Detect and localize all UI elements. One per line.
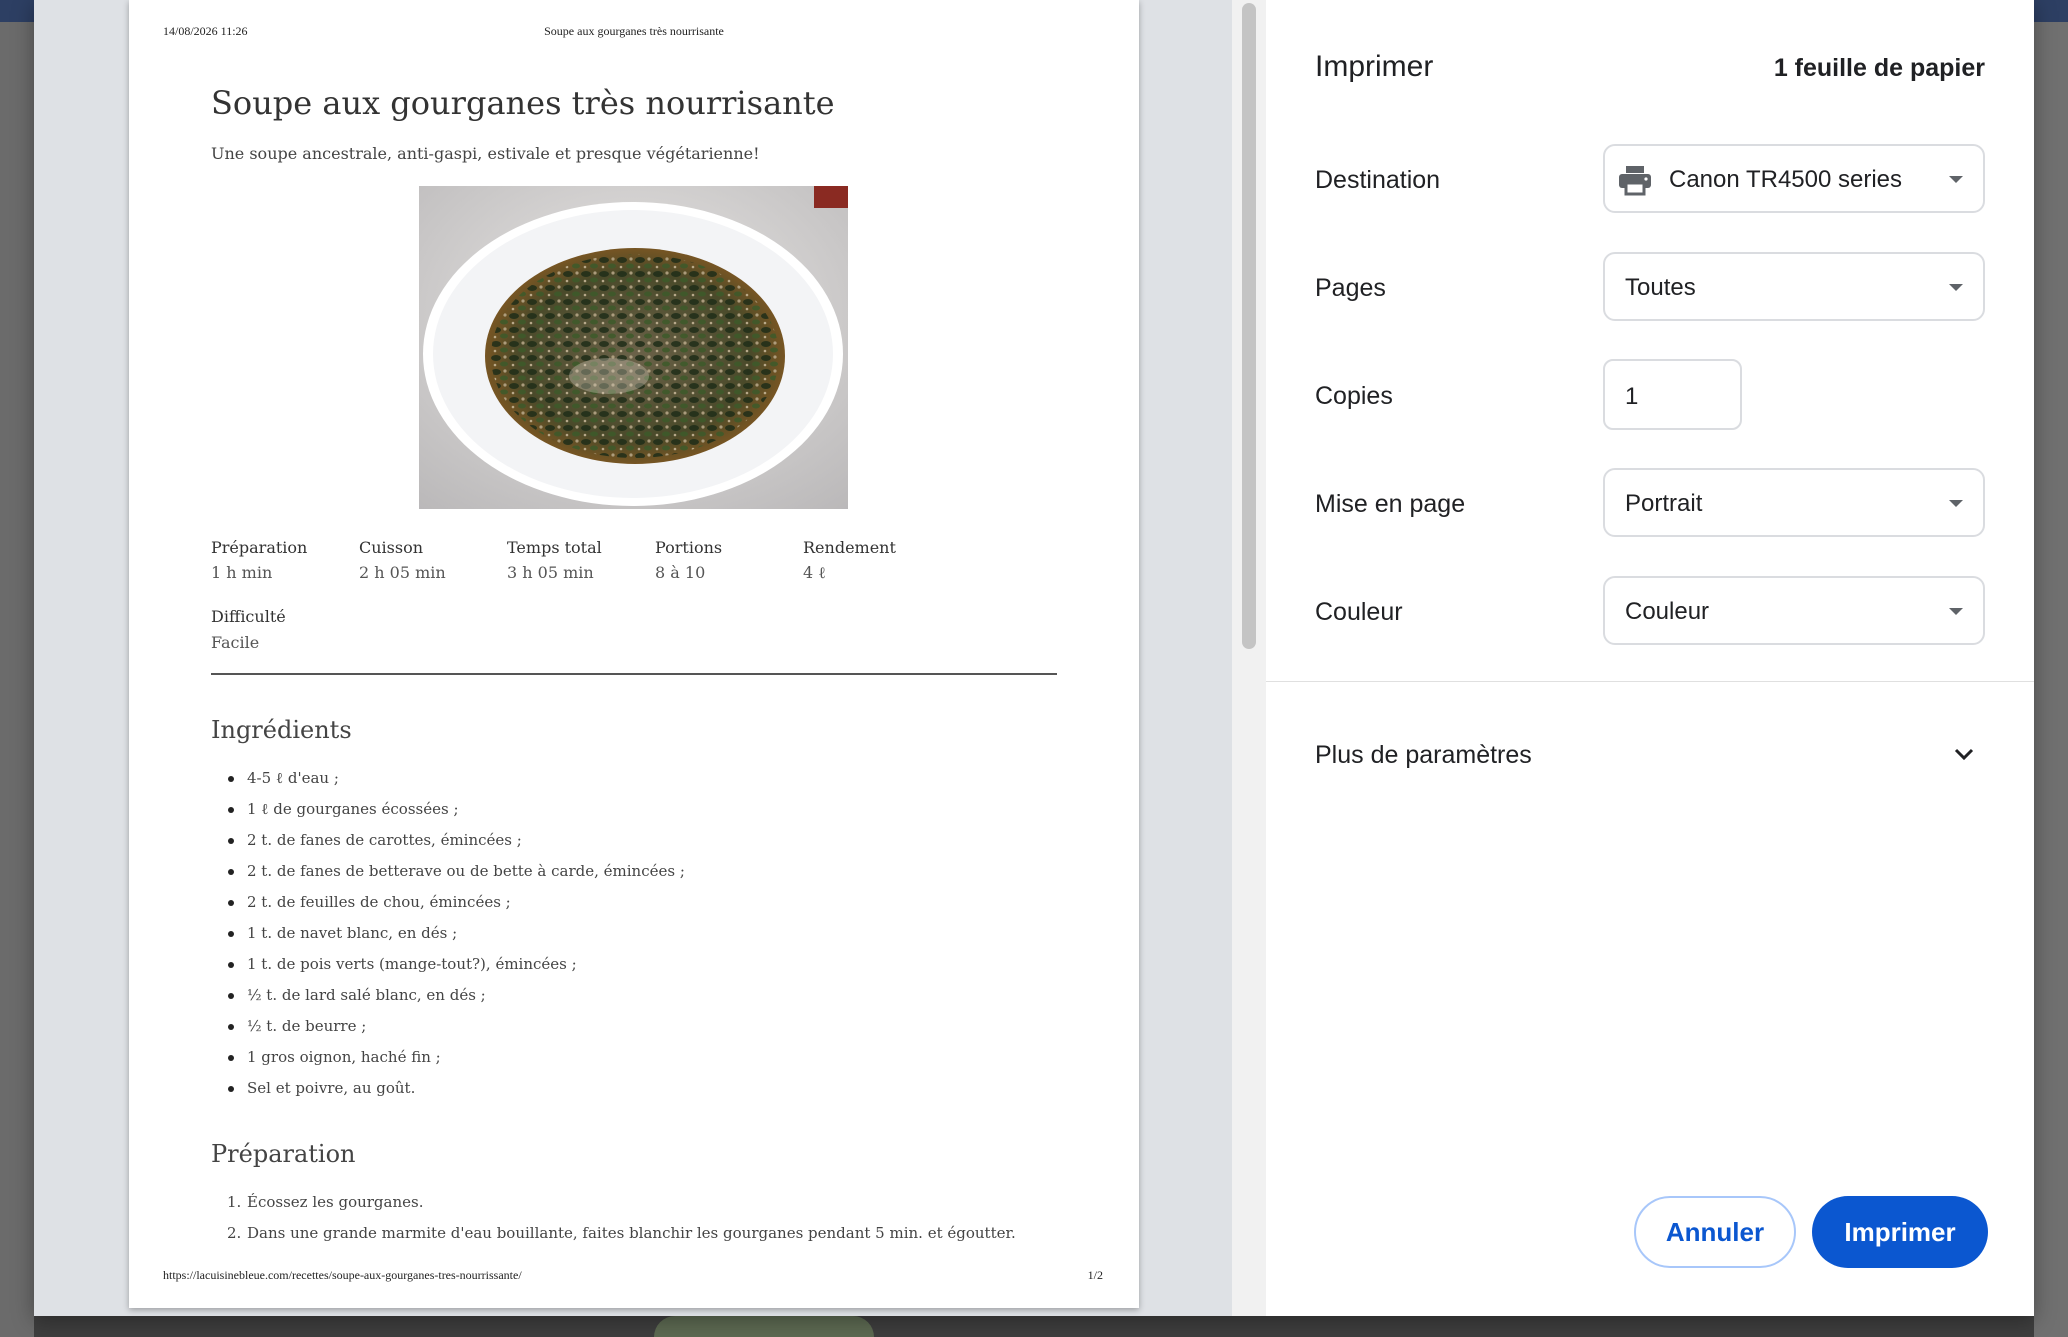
meta-value-rendement: 4 ℓ [803,563,826,582]
section-divider [211,673,1057,675]
settings-divider [1266,681,2034,682]
meta-value-temps-total: 3 h 05 min [507,563,594,582]
meta-value-portions: 8 à 10 [655,563,706,582]
recipe-photo [419,186,848,509]
preparation-heading: Préparation [211,1140,356,1168]
soup-photo-illustration [419,186,848,509]
copies-value: 1 [1625,383,1639,410]
pages-label: Pages [1315,274,1386,302]
step-text: Écossez les gourganes. [247,1193,424,1211]
recipe-subtitle: Une soupe ancestrale, anti-gaspi, estiva… [211,144,760,163]
destination-value: Canon TR4500 series [1669,166,1903,193]
meta-label-difficulte: Difficulté [211,607,286,626]
meta-value-difficulte: Facile [211,633,260,652]
meta-label-cuisson: Cuisson [359,538,424,557]
list-item: 1 t. de navet blanc, en dés ; [211,918,685,949]
color-label: Couleur [1315,598,1403,626]
layout-label: Mise en page [1315,490,1466,518]
dialog-title: Imprimer [1315,50,1434,83]
dropdown-caret-icon [1949,176,1963,183]
print-dialog: 14/08/2026 11:26 Soupe aux gourganes trè… [34,0,2034,1316]
preparation-steps: 1. Écossez les gourganes. 2. Dans une gran… [211,1187,1016,1249]
list-item: 1 t. de pois verts (mange-tout?), émincé… [211,949,685,980]
color-select[interactable]: Couleur [1603,576,1985,645]
sheet-count: 1 feuille de papier [1773,54,1985,82]
color-value: Couleur [1625,598,1710,625]
pages-select[interactable]: Toutes [1603,252,1985,321]
meta-label-portions: Portions [655,538,723,557]
backdrop-blob [654,1316,874,1337]
meta-label-temps-total: Temps total [507,538,602,557]
step-number: 1. [227,1193,242,1211]
dropdown-caret-icon [1949,500,1963,507]
step-item: 2. Dans une grande marmite d'eau bouillan… [211,1218,1016,1249]
preview-page: 14/08/2026 11:26 Soupe aux gourganes trè… [129,0,1139,1308]
layout-select[interactable]: Portrait [1603,468,1985,537]
list-item: 2 t. de feuilles de chou, émincées ; [211,887,685,918]
meta-label-preparation: Préparation [211,538,308,557]
meta-value-cuisson: 2 h 05 min [359,563,446,582]
dropdown-caret-icon [1949,608,1963,615]
list-item: Sel et poivre, au goût. [211,1073,685,1104]
destination-select[interactable]: Canon TR4500 series [1603,144,1985,213]
printer-icon [1619,166,1651,196]
backdrop-bottom [34,1316,2034,1337]
page-header-title: Soupe aux gourganes très nourrisante [544,24,724,38]
pages-value: Toutes [1625,274,1696,301]
backdrop-right [2034,22,2068,1337]
list-item: 1 ℓ de gourganes écossées ; [211,794,685,825]
ingredients-list: 4-5 ℓ d'eau ; 1 ℓ de gourganes écossées … [211,763,685,1104]
dropdown-caret-icon [1949,284,1963,291]
layout-value: Portrait [1625,490,1703,517]
meta-value-preparation: 1 h min [211,563,273,582]
print-settings-panel: Imprimer 1 feuille de papier Destination… [1266,0,2034,1316]
ingredients-heading: Ingrédients [211,716,352,744]
step-item: 1. Écossez les gourganes. [211,1187,1016,1218]
step-text: Dans une grande marmite d'eau bouillante… [247,1224,1016,1242]
more-settings-toggle[interactable]: Plus de paramètres [1315,741,1532,770]
step-number: 2. [227,1224,242,1242]
meta-label-rendement: Rendement [803,538,896,557]
copies-input[interactable]: 1 [1603,359,1742,430]
destination-label: Destination [1315,166,1441,194]
list-item: ½ t. de beurre ; [211,1011,685,1042]
page-footer-number: 1/2 [1087,1268,1103,1282]
backdrop-left [0,22,34,1337]
print-preview-pane: 14/08/2026 11:26 Soupe aux gourganes trè… [34,0,1266,1316]
preview-scrollbar-thumb[interactable] [1242,3,1256,649]
list-item: ½ t. de lard salé blanc, en dés ; [211,980,685,1011]
chevron-down-icon[interactable] [1952,744,1976,764]
recipe-title: Soupe aux gourganes très nourrisante [211,84,835,122]
copies-label: Copies [1315,382,1393,410]
list-item: 2 t. de fanes de betterave ou de bette à… [211,856,685,887]
list-item: 2 t. de fanes de carottes, émincées ; [211,825,685,856]
print-button[interactable]: Imprimer [1812,1196,1988,1268]
list-item: 4-5 ℓ d'eau ; [211,763,685,794]
list-item: 1 gros oignon, haché fin ; [211,1042,685,1073]
page-footer-url: https://lacuisinebleue.com/recettes/soup… [163,1268,522,1282]
cancel-button[interactable]: Annuler [1634,1196,1796,1268]
